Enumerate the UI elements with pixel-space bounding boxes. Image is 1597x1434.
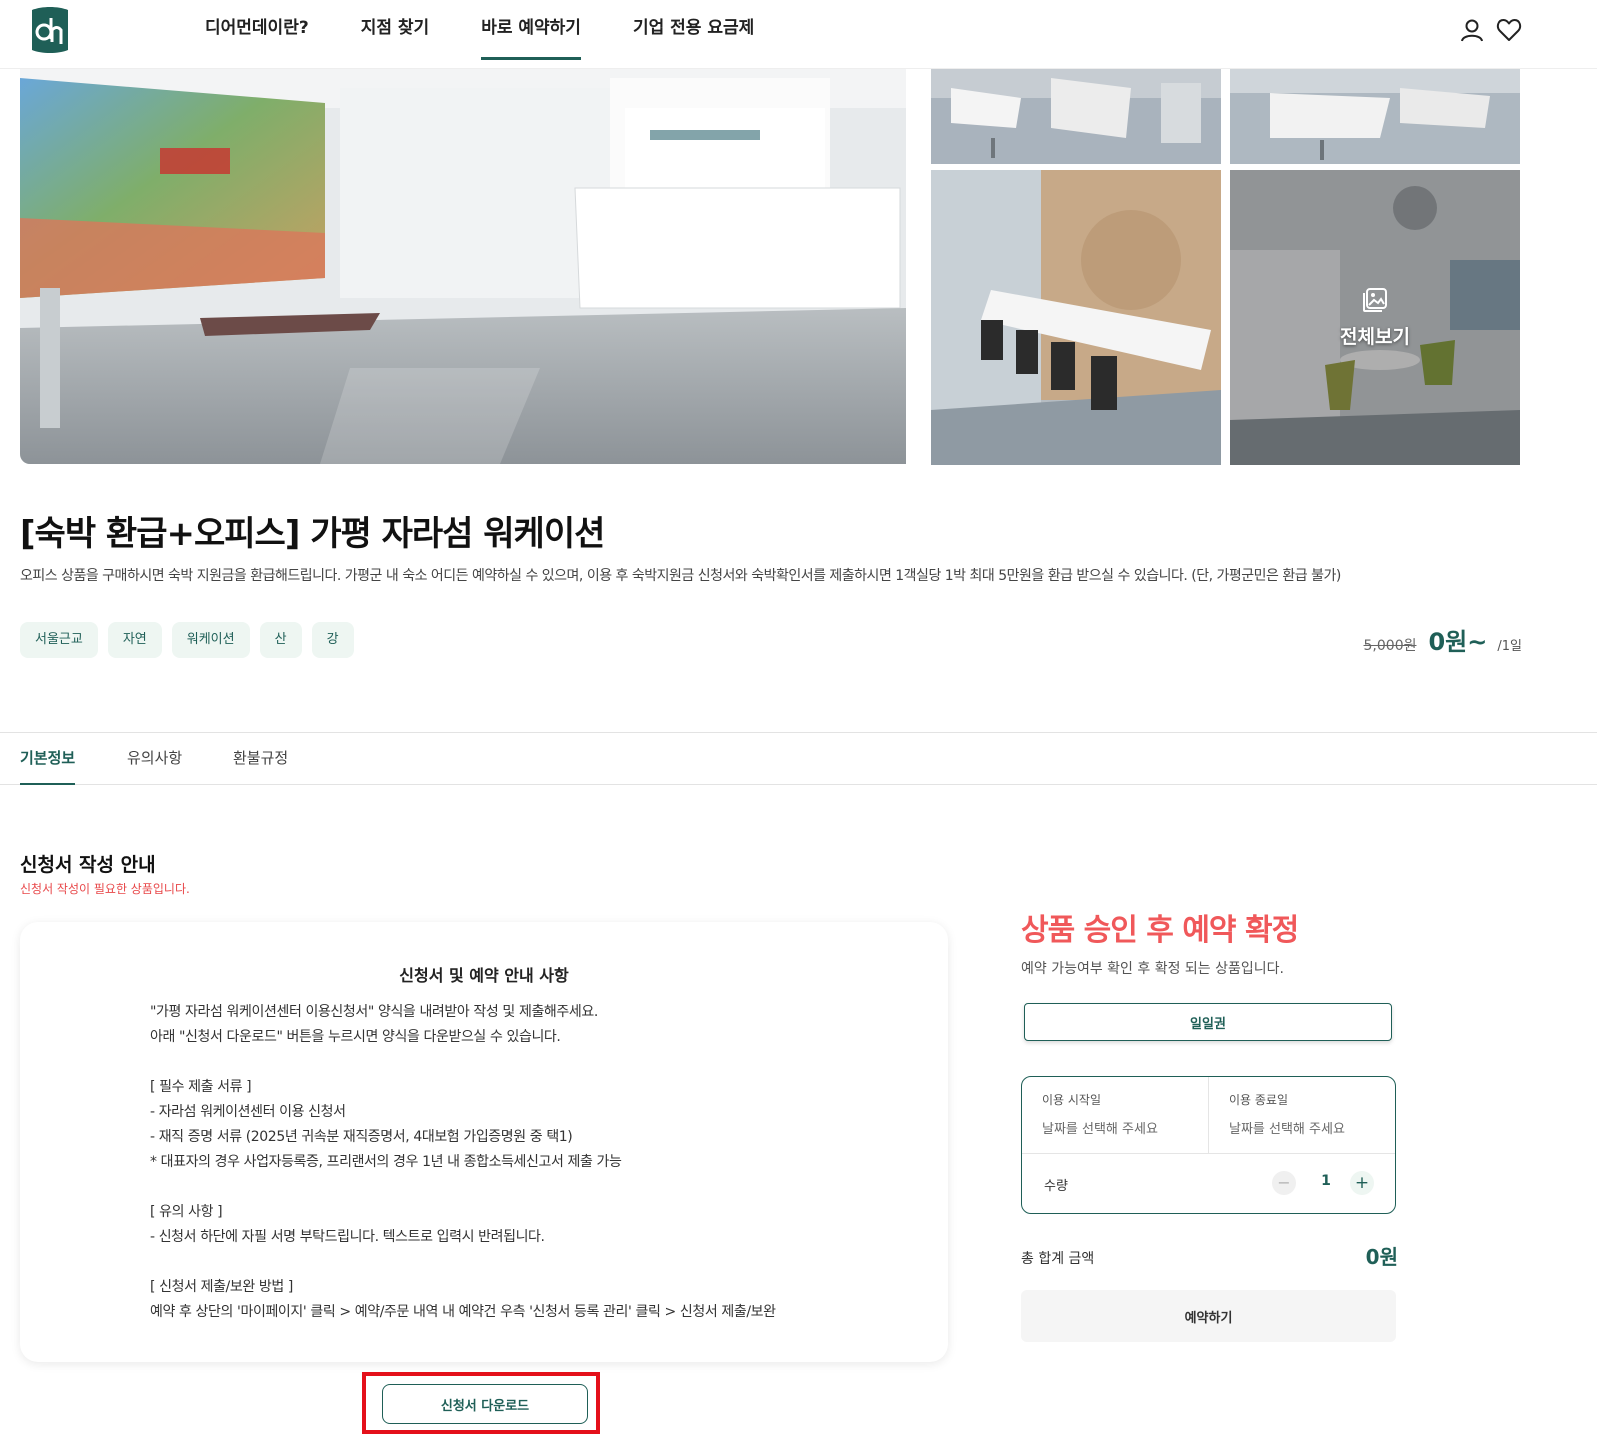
tag-item[interactable]: 자연: [107, 622, 162, 658]
notice-line: [ 신청서 제출/보완 방법 ]: [150, 1279, 293, 1295]
gallery-thumb-3[interactable]: [931, 170, 1221, 465]
quantity-label: 수량: [1044, 1179, 1068, 1194]
start-date-placeholder: 날짜를 선택해 주세요: [1042, 1122, 1158, 1137]
notice-line: [150, 1175, 910, 1200]
notice-line: [ 유의 사항 ]: [150, 1204, 223, 1220]
dear-monday-logo[interactable]: [28, 6, 72, 56]
view-all-label: 전체보기: [1340, 326, 1410, 348]
application-notice-card: 신청서 및 예약 안내 사항 "가평 자라섬 워케이션센터 이용신청서" 양식을…: [20, 922, 948, 1362]
nav-find-branch[interactable]: 지점 찾기: [361, 0, 429, 60]
quantity-value: 1: [1321, 1173, 1331, 1189]
start-date-picker[interactable]: 이용 시작일 날짜를 선택해 주세요: [1022, 1077, 1209, 1153]
office-chairs-photo: [931, 68, 1221, 164]
tab-refund-policy[interactable]: 환불규정: [233, 733, 288, 785]
start-date-label: 이용 시작일: [1042, 1093, 1102, 1107]
quantity-increase-button[interactable]: +: [1350, 1171, 1374, 1195]
notice-line: - 자라섬 워케이션센터 이용 신청서: [150, 1104, 346, 1120]
gallery-main-photo[interactable]: [20, 68, 906, 464]
view-all-photos[interactable]: 전체보기: [1230, 170, 1520, 465]
notice-body: "가평 자라섬 워케이션센터 이용신청서" 양식을 내려받아 작성 및 제출해주…: [150, 1000, 910, 1325]
notice-line: "가평 자라섬 워케이션센터 이용신청서" 양식을 내려받아 작성 및 제출해주…: [150, 1004, 598, 1020]
price-block: 5,000원 0원~ /1일: [1364, 622, 1522, 657]
office-desks-photo: [1230, 68, 1520, 164]
price-unit: /1일: [1497, 639, 1522, 654]
notice-line: * 대표자의 경우 사업자등록증, 프리랜서의 경우 1년 내 종합소득세신고서…: [150, 1154, 622, 1170]
notice-line: [150, 1050, 910, 1075]
notice-line: [ 필수 제출 서류 ]: [150, 1079, 252, 1095]
gallery-thumb-1[interactable]: [931, 68, 1221, 164]
booking-options-box: 이용 시작일 날짜를 선택해 주세요 이용 종료일 날짜를 선택해 주세요 수량…: [1021, 1076, 1396, 1214]
nav-about[interactable]: 디어먼데이란?: [205, 0, 309, 60]
current-price: 0원~: [1428, 628, 1488, 656]
gallery-thumb-2[interactable]: [1230, 68, 1520, 164]
guide-subtitle: 신청서 작성이 필요한 상품입니다.: [20, 882, 190, 896]
download-application-button[interactable]: 신청서 다운로드: [382, 1384, 588, 1424]
guide-title: 신청서 작성 안내: [20, 854, 156, 876]
notice-line: [150, 1250, 910, 1275]
end-date-picker[interactable]: 이용 종료일 날짜를 선택해 주세요: [1209, 1077, 1396, 1153]
notice-line: - 신청서 하단에 자필 서명 부탁드립니다. 텍스트로 입력시 반려됩니다.: [150, 1229, 545, 1245]
notice-line: - 재직 증명 서류 (2025년 귀속분 재직증명서, 4대보험 가입증명원 …: [150, 1129, 573, 1145]
heart-icon[interactable]: [1496, 17, 1522, 43]
nav-book-now[interactable]: 바로 예약하기: [481, 0, 581, 60]
tag-item[interactable]: 강: [311, 622, 354, 658]
detail-tabs: 기본정보 유의사항 환불규정: [0, 732, 1597, 785]
site-header: 디어먼데이란? 지점 찾기 바로 예약하기 기업 전용 요금제: [0, 0, 1597, 68]
main-nav: 디어먼데이란? 지점 찾기 바로 예약하기 기업 전용 요금제: [205, 0, 806, 60]
product-title: [숙박 환급+오피스] 가평 자라섬 워케이션: [20, 514, 605, 554]
reserve-button[interactable]: 예약하기: [1021, 1290, 1396, 1342]
quantity-decrease-button[interactable]: −: [1272, 1171, 1296, 1195]
gallery-icon: [1363, 288, 1387, 312]
product-description: 오피스 상품을 구매하시면 숙박 지원금을 환급해드립니다. 가평군 내 숙소 …: [20, 568, 1341, 584]
notice-line: 아래 "신청서 다운로드" 버튼을 누르시면 양식을 다운받으실 수 있습니다.: [150, 1029, 561, 1045]
notice-heading: 신청서 및 예약 안내 사항: [399, 966, 569, 985]
user-icon[interactable]: [1459, 17, 1485, 43]
tag-item[interactable]: 서울근교: [20, 622, 98, 658]
product-tags: 서울근교 자연 워케이션 산 강: [20, 622, 364, 658]
nav-corporate-plan[interactable]: 기업 전용 요금제: [633, 0, 754, 60]
end-date-label: 이용 종료일: [1229, 1093, 1289, 1107]
approval-subline: 예약 가능여부 확인 후 확정 되는 상품입니다.: [1021, 961, 1284, 977]
day-pass-option[interactable]: 일일권: [1024, 1003, 1392, 1041]
tab-notes[interactable]: 유의사항: [127, 733, 182, 785]
approval-headline: 상품 승인 후 예약 확정: [1021, 913, 1299, 948]
meeting-room-photo: [931, 170, 1221, 465]
divider: [1022, 1153, 1395, 1154]
notice-line: 예약 후 상단의 '마이페이지' 클릭 > 예약/주문 내역 내 예약건 우측 …: [150, 1304, 776, 1320]
total-amount: 0원: [1365, 1245, 1398, 1269]
end-date-placeholder: 날짜를 선택해 주세요: [1229, 1122, 1345, 1137]
download-highlight-box: 신청서 다운로드: [362, 1372, 600, 1434]
tag-item[interactable]: 산: [259, 622, 302, 658]
tag-item[interactable]: 워케이션: [171, 622, 250, 658]
lobby-photo: [20, 68, 906, 464]
tab-basic-info[interactable]: 기본정보: [20, 733, 76, 785]
total-label: 총 합계 금액: [1021, 1251, 1095, 1267]
original-price: 5,000원: [1363, 638, 1417, 654]
